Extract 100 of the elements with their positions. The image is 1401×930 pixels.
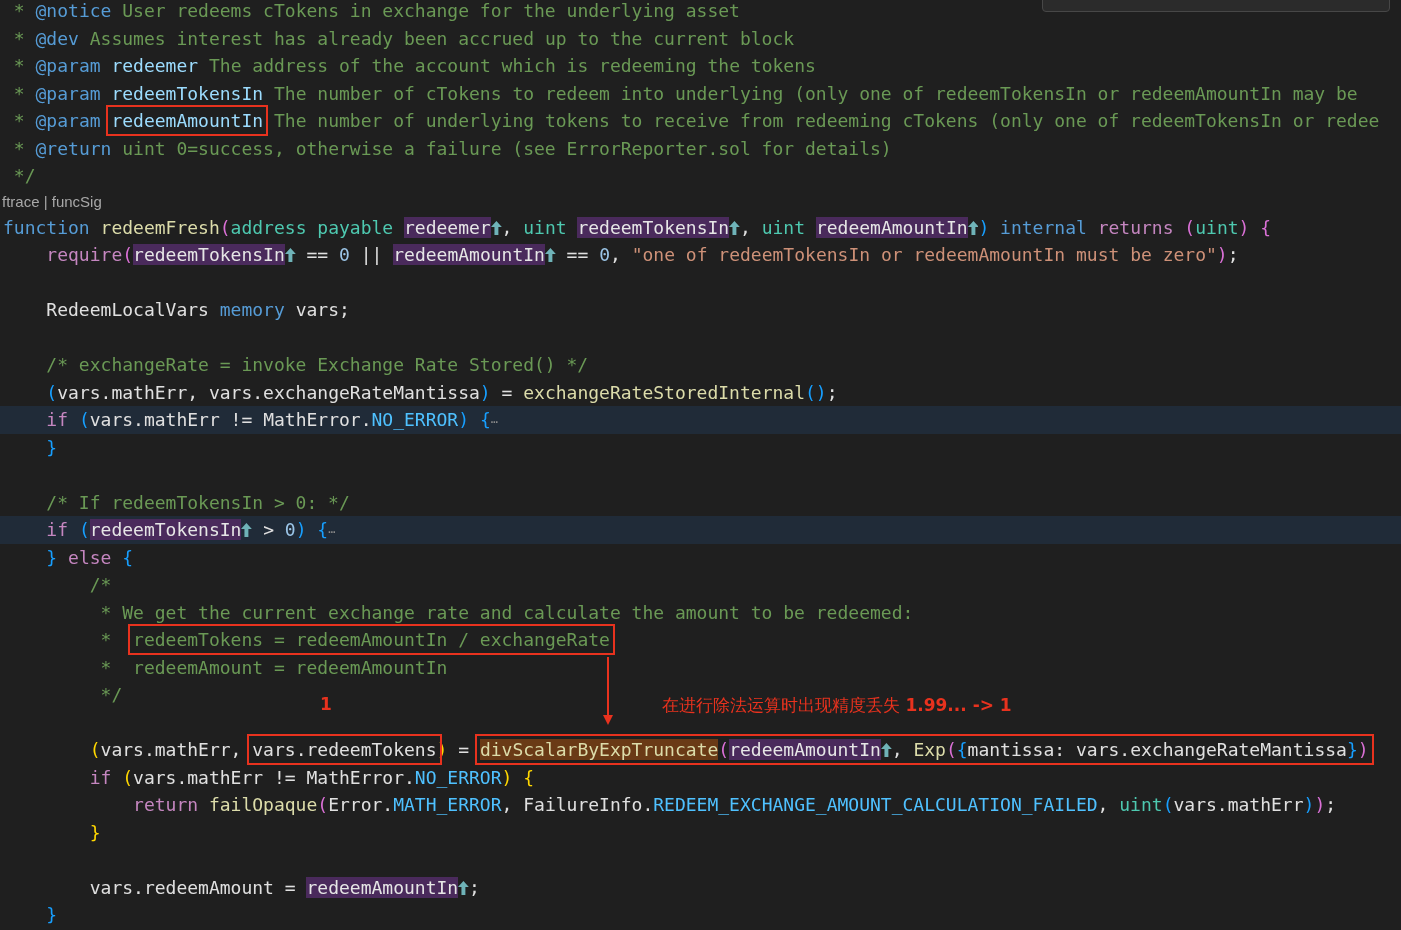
code-text: , <box>1097 794 1109 815</box>
fold-ellipsis[interactable]: ⋯ <box>328 525 336 539</box>
constant: REDEEM_EXCHANGE_AMOUNT_CALCULATION_FAILED <box>653 794 1098 815</box>
keyword: require <box>46 244 123 265</box>
code-comment: /* <box>89 574 112 595</box>
code-text: > <box>263 519 274 540</box>
punctuation: ( <box>219 216 231 238</box>
keyword: memory <box>219 299 285 320</box>
number-literal: 0 <box>284 519 296 540</box>
function-name: divScalarByExpTruncate <box>479 739 719 760</box>
code-text: == <box>566 244 589 265</box>
punctuation: ) { <box>501 766 535 788</box>
up-arrow-icon <box>490 220 502 235</box>
string-literal: "one of redeemTokensIn or redeemAmountIn must be zero" <box>631 244 1217 265</box>
code-text: vars.redeemTokens <box>252 739 437 760</box>
keyword: if <box>89 766 112 788</box>
parameter-name: redeemAmountIn <box>111 110 264 131</box>
doc-tag: @return <box>35 137 112 159</box>
punctuation: ) { <box>295 519 329 540</box>
punctuation: } <box>46 904 58 925</box>
code-text: vars.mathErr != MathError. <box>89 409 372 430</box>
code-text: ; <box>1227 244 1239 265</box>
codelens-link[interactable]: funcSig <box>51 192 102 210</box>
function-name: failOpaque <box>208 794 318 815</box>
type-name: uint <box>1195 216 1239 238</box>
code-comment: * redeemAmount = redeemAmountIn <box>100 656 448 678</box>
punctuation: ) { <box>458 409 491 430</box>
keyword: function <box>3 216 90 238</box>
type-name: address payable <box>230 216 394 238</box>
code-comment: redeemTokens = redeemAmountIn / exchangeRate <box>133 629 610 650</box>
code-text: vars.mathErr, <box>100 739 242 760</box>
code-comment: /* exchangeRate = invoke Exchange Rate Stored() */ <box>46 354 589 375</box>
constant: NO_ERROR <box>371 409 459 430</box>
keyword: returns <box>1097 216 1174 238</box>
code-comment: * We get the current exchange rate and calculate the amount to be redeemed: <box>100 601 914 623</box>
code-text: ; <box>826 381 838 403</box>
up-arrow-icon <box>729 220 740 235</box>
punctuation: ( <box>1184 216 1196 238</box>
type-name: uint <box>761 216 806 238</box>
punctuation: ( <box>317 794 329 815</box>
parameter-reference: redeemAmountIn <box>729 739 881 760</box>
keyword: internal <box>1000 216 1087 238</box>
punctuation: ( <box>718 739 730 760</box>
doc-tag: @dev <box>35 27 79 49</box>
function-name: redeemFresh <box>100 216 220 238</box>
code-text: ; <box>1325 794 1337 815</box>
codelens-link[interactable]: ftrace <box>2 192 40 210</box>
fold-ellipsis[interactable]: ⋯ <box>490 415 498 429</box>
up-arrow-icon <box>880 743 892 757</box>
code-text: vars.redeemAmount = <box>89 876 296 898</box>
type-name: uint <box>523 216 567 238</box>
code-comment: * <box>13 82 25 104</box>
keyword: else <box>68 546 112 568</box>
parameter-reference: redeemTokensIn <box>133 244 285 265</box>
keyword: if <box>46 409 69 430</box>
punctuation: } <box>46 546 58 568</box>
up-arrow-icon <box>544 248 556 262</box>
punctuation: } <box>46 436 58 458</box>
code-text: || <box>360 244 383 265</box>
code-text: == <box>306 244 329 265</box>
parameter-reference: redeemer <box>404 216 491 238</box>
code-text: RedeemLocalVars <box>46 299 209 320</box>
code-comment: * <box>13 27 25 49</box>
code-text: = <box>501 381 513 403</box>
doc-tag: @param <box>35 55 101 76</box>
code-comment: * <box>13 137 25 159</box>
code-text: vars.mathErr, vars.exchangeRateMantissa <box>57 381 480 403</box>
up-arrow-icon <box>967 220 979 235</box>
code-text: , FailureInfo. <box>501 794 654 815</box>
constant: MATH_ERROR <box>393 794 502 815</box>
parameter-reference: redeemTokensIn <box>577 216 730 238</box>
find-widget[interactable] <box>1042 0 1390 12</box>
code-text: = <box>458 739 470 760</box>
code-comment: * <box>13 55 25 76</box>
punctuation: ( <box>122 244 134 265</box>
punctuation: ( <box>122 766 134 788</box>
code-text: vars.mathErr <box>1173 794 1304 815</box>
punctuation: ( <box>78 519 90 540</box>
up-arrow-icon <box>241 523 253 537</box>
keyword: if <box>46 519 69 540</box>
code-text: vars.mathErr != MathError. <box>133 766 415 788</box>
code-comment: * <box>13 0 25 21</box>
code-comment: uint 0=success, otherwise a failure (see ErrorReporter.sol for details) <box>122 137 892 159</box>
punctuation: ) <box>978 216 990 238</box>
doc-tag: @param <box>35 110 101 131</box>
up-arrow-icon <box>458 880 469 895</box>
parameter-reference: redeemAmountIn <box>815 216 968 238</box>
parameter-reference: redeemAmountIn <box>393 244 545 265</box>
code-comment: */ <box>100 684 123 705</box>
annotation-number: 1 <box>320 694 332 714</box>
code-text: vars; <box>295 299 350 320</box>
annotation-arrow <box>603 657 613 725</box>
doc-tag: @notice <box>35 0 112 21</box>
punctuation: ( <box>945 739 957 760</box>
codelens-separator: | <box>43 192 48 210</box>
punctuation: ( <box>78 409 90 430</box>
code-comment: * <box>100 629 112 650</box>
punctuation: ) <box>1357 739 1369 760</box>
punctuation: { <box>122 546 134 568</box>
punctuation: ) <box>479 381 491 403</box>
